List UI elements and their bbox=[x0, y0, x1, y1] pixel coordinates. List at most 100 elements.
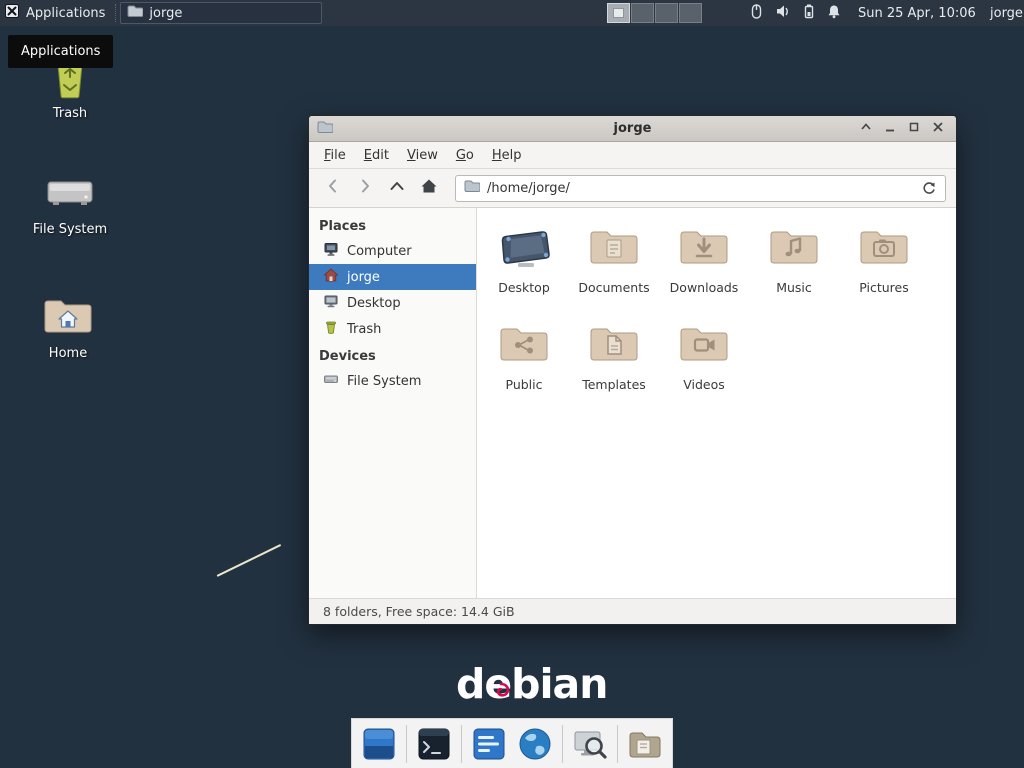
web-browser-button[interactable] bbox=[516, 725, 554, 763]
debian-logo: debian bbox=[456, 660, 607, 708]
file-item-videos[interactable]: Videos bbox=[659, 313, 749, 410]
templates-folder-icon bbox=[588, 313, 640, 375]
taskbar-window-button[interactable]: jorge bbox=[120, 2, 322, 24]
desktop-line-artifact bbox=[217, 544, 282, 577]
refresh-button[interactable] bbox=[921, 180, 937, 196]
panel-separator[interactable] bbox=[115, 4, 116, 22]
status-bar: 8 folders, Free space: 14.4 GiB bbox=[309, 598, 956, 624]
sidebar: Places Computer jorge Desktop bbox=[309, 208, 477, 598]
path-input[interactable]: /home/jorge/ bbox=[487, 181, 914, 196]
menu-help[interactable]: Help bbox=[483, 144, 531, 167]
back-button[interactable] bbox=[319, 174, 347, 202]
notifications-bell-icon[interactable] bbox=[826, 3, 842, 24]
menu-view[interactable]: View bbox=[398, 144, 447, 167]
toolbar: /home/jorge/ bbox=[309, 169, 956, 208]
sidebar-header-devices: Devices bbox=[309, 344, 476, 368]
menu-go[interactable]: Go bbox=[447, 144, 483, 167]
close-button[interactable] bbox=[928, 119, 948, 139]
cli-app-button[interactable] bbox=[470, 725, 508, 763]
dock-separator bbox=[562, 725, 563, 763]
window-folder-icon bbox=[317, 119, 333, 139]
sidebar-item-computer[interactable]: Computer bbox=[309, 238, 476, 264]
menu-file[interactable]: File bbox=[315, 144, 355, 167]
sidebar-item-label: Computer bbox=[347, 244, 412, 259]
file-item-downloads[interactable]: Downloads bbox=[659, 216, 749, 313]
taskbar-window-label: jorge bbox=[149, 6, 182, 21]
desktop-folder-icon bbox=[496, 216, 552, 278]
file-label: Public bbox=[506, 377, 543, 392]
sidebar-item-label: File System bbox=[347, 374, 421, 389]
workspace-switcher bbox=[607, 3, 702, 23]
applications-menu-icon bbox=[4, 3, 20, 23]
up-icon bbox=[389, 178, 405, 198]
panel-clock[interactable]: Sun 25 Apr, 10:06 bbox=[858, 0, 976, 26]
public-folder-icon bbox=[498, 313, 550, 375]
workspace-1[interactable] bbox=[607, 3, 630, 23]
workspace-2[interactable] bbox=[631, 3, 654, 23]
refresh-icon bbox=[921, 180, 937, 196]
file-manager-folder-icon bbox=[627, 727, 663, 761]
globe-icon bbox=[517, 726, 553, 762]
file-label: Desktop bbox=[498, 280, 550, 295]
system-tray bbox=[748, 0, 842, 26]
file-item-documents[interactable]: Documents bbox=[569, 216, 659, 313]
sidebar-item-file-system[interactable]: File System bbox=[309, 368, 476, 394]
terminal-button[interactable] bbox=[415, 725, 453, 763]
applications-menu-label: Applications bbox=[26, 6, 105, 21]
workspace-window-thumb bbox=[613, 8, 624, 18]
window-titlebar[interactable]: jorge bbox=[309, 116, 956, 142]
path-bar[interactable]: /home/jorge/ bbox=[455, 175, 946, 202]
file-item-music[interactable]: Music bbox=[749, 216, 839, 313]
maximize-button[interactable] bbox=[904, 119, 924, 139]
file-item-pictures[interactable]: Pictures bbox=[839, 216, 929, 313]
applications-tooltip: Applications bbox=[8, 35, 113, 68]
desktop-icon-home[interactable]: Home bbox=[20, 292, 116, 361]
dock-separator bbox=[461, 725, 462, 763]
file-item-desktop[interactable]: Desktop bbox=[479, 216, 569, 313]
sidebar-header-places: Places bbox=[309, 214, 476, 238]
music-folder-icon bbox=[768, 216, 820, 278]
downloads-folder-icon bbox=[678, 216, 730, 278]
dock-separator bbox=[617, 725, 618, 763]
drive-icon bbox=[323, 371, 339, 391]
forward-button[interactable] bbox=[351, 174, 379, 202]
file-item-public[interactable]: Public bbox=[479, 313, 569, 410]
file-label: Templates bbox=[582, 377, 646, 392]
trash-icon bbox=[323, 319, 339, 339]
videos-folder-icon bbox=[678, 313, 730, 375]
sidebar-item-trash[interactable]: Trash bbox=[309, 316, 476, 342]
top-panel: Applications jorge Sun 25 Apr, 10:06 jor… bbox=[0, 0, 1024, 26]
battery-icon[interactable] bbox=[802, 3, 816, 24]
workspace-4[interactable] bbox=[679, 3, 702, 23]
sidebar-item-desktop[interactable]: Desktop bbox=[309, 290, 476, 316]
volume-icon[interactable] bbox=[775, 3, 792, 24]
desktop-icon-label: File System bbox=[22, 222, 118, 237]
maximize-icon bbox=[908, 121, 920, 137]
home-button[interactable] bbox=[415, 174, 443, 202]
terminal-icon bbox=[417, 727, 451, 761]
file-label: Videos bbox=[683, 377, 725, 392]
minimize-button[interactable] bbox=[880, 119, 900, 139]
up-button[interactable] bbox=[383, 174, 411, 202]
app-finder-button[interactable] bbox=[571, 725, 609, 763]
desktop-icon-file-system[interactable]: File System bbox=[22, 168, 118, 237]
sidebar-item-label: Trash bbox=[347, 322, 381, 337]
desktop-prefs-icon bbox=[362, 727, 396, 761]
applications-menu-button[interactable]: Applications bbox=[0, 0, 113, 26]
menu-edit[interactable]: Edit bbox=[355, 144, 398, 167]
close-icon bbox=[932, 121, 944, 137]
show-desktop-button[interactable] bbox=[360, 725, 398, 763]
shade-button[interactable] bbox=[856, 119, 876, 139]
search-icon bbox=[572, 727, 608, 761]
pathbar-folder-icon bbox=[464, 178, 480, 198]
file-list: Desktop Documents Downloads Music bbox=[477, 208, 956, 598]
file-item-templates[interactable]: Templates bbox=[569, 313, 659, 410]
workspace-3[interactable] bbox=[655, 3, 678, 23]
sidebar-item-jorge[interactable]: jorge bbox=[309, 264, 476, 290]
mouse-settings-icon[interactable] bbox=[748, 3, 765, 24]
desktop-icon-label: Trash bbox=[22, 106, 118, 121]
panel-username[interactable]: jorge bbox=[990, 0, 1023, 26]
file-manager-button[interactable] bbox=[626, 725, 664, 763]
sidebar-item-label: jorge bbox=[347, 270, 380, 285]
home-folder-icon bbox=[20, 292, 116, 340]
